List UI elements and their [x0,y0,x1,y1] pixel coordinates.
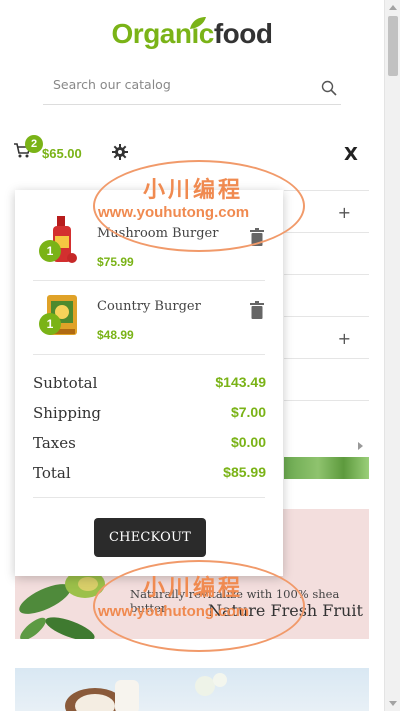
site-logo[interactable]: Organicfood [0,17,384,50]
coconut-image [65,673,227,711]
slider-image [284,457,369,479]
summary-label: Total [33,464,71,482]
scroll-thumb[interactable] [388,16,398,76]
search-icon[interactable] [321,80,337,96]
scroll-up-arrow[interactable] [389,5,397,10]
checkout-button[interactable]: CHECKOUT [94,518,206,557]
summary-value: $7.00 [230,404,266,420]
summary-divider [33,497,265,498]
product-name[interactable]: Country Burger [97,299,201,314]
quantity-badge: 1 [39,240,61,262]
category-row[interactable] [284,359,369,401]
summary-label: Shipping [33,404,101,422]
gear-icon[interactable] [112,144,128,160]
product-price: $75.99 [97,255,134,269]
category-row[interactable]: + [284,317,369,359]
category-panel: + + [284,190,369,455]
cart-total[interactable]: $65.00 [42,146,82,161]
summary-label: Subtotal [33,374,98,392]
plus-icon[interactable]: + [338,329,351,348]
summary-value: $85.99 [223,464,266,480]
carousel-next-arrow[interactable] [358,442,363,450]
summary-shipping: Shipping $7.00 [33,404,266,426]
leaf-icon [190,17,206,29]
category-row[interactable] [284,275,369,317]
cart-count-badge: 2 [25,135,43,153]
summary-subtotal: Subtotal $143.49 [33,374,266,396]
watermark-text-cn: 小川编程 [143,575,244,600]
summary-value: $143.49 [215,374,266,390]
product-price: $48.99 [97,328,134,342]
category-row[interactable] [284,233,369,275]
scroll-down-arrow[interactable] [389,701,397,706]
search-input[interactable] [43,70,303,98]
logo-food: food [213,18,273,49]
close-button[interactable]: X [344,144,358,165]
watermark-text-url: www.youhutong.com [98,603,250,620]
summary-taxes: Taxes $0.00 [33,434,266,456]
item-divider [33,354,265,355]
page-scrollbar[interactable] [384,0,400,711]
search-bar [43,70,341,105]
watermark-text-cn: 小川编程 [143,177,244,202]
summary-label: Taxes [33,434,76,452]
summary-value: $0.00 [230,434,266,450]
trash-icon[interactable] [249,301,265,319]
quantity-badge: 1 [39,313,61,335]
cart-item: 1 Country Burger $48.99 [15,281,283,353]
cart-dropdown: 1 Mushroom Burger $75.99 1 Country Burge… [15,190,283,576]
watermark-text-url: www.youhutong.com [98,204,250,221]
summary-total: Total $85.99 [33,464,266,486]
promo-banner-2[interactable] [15,668,369,711]
plus-icon[interactable]: + [338,203,351,222]
